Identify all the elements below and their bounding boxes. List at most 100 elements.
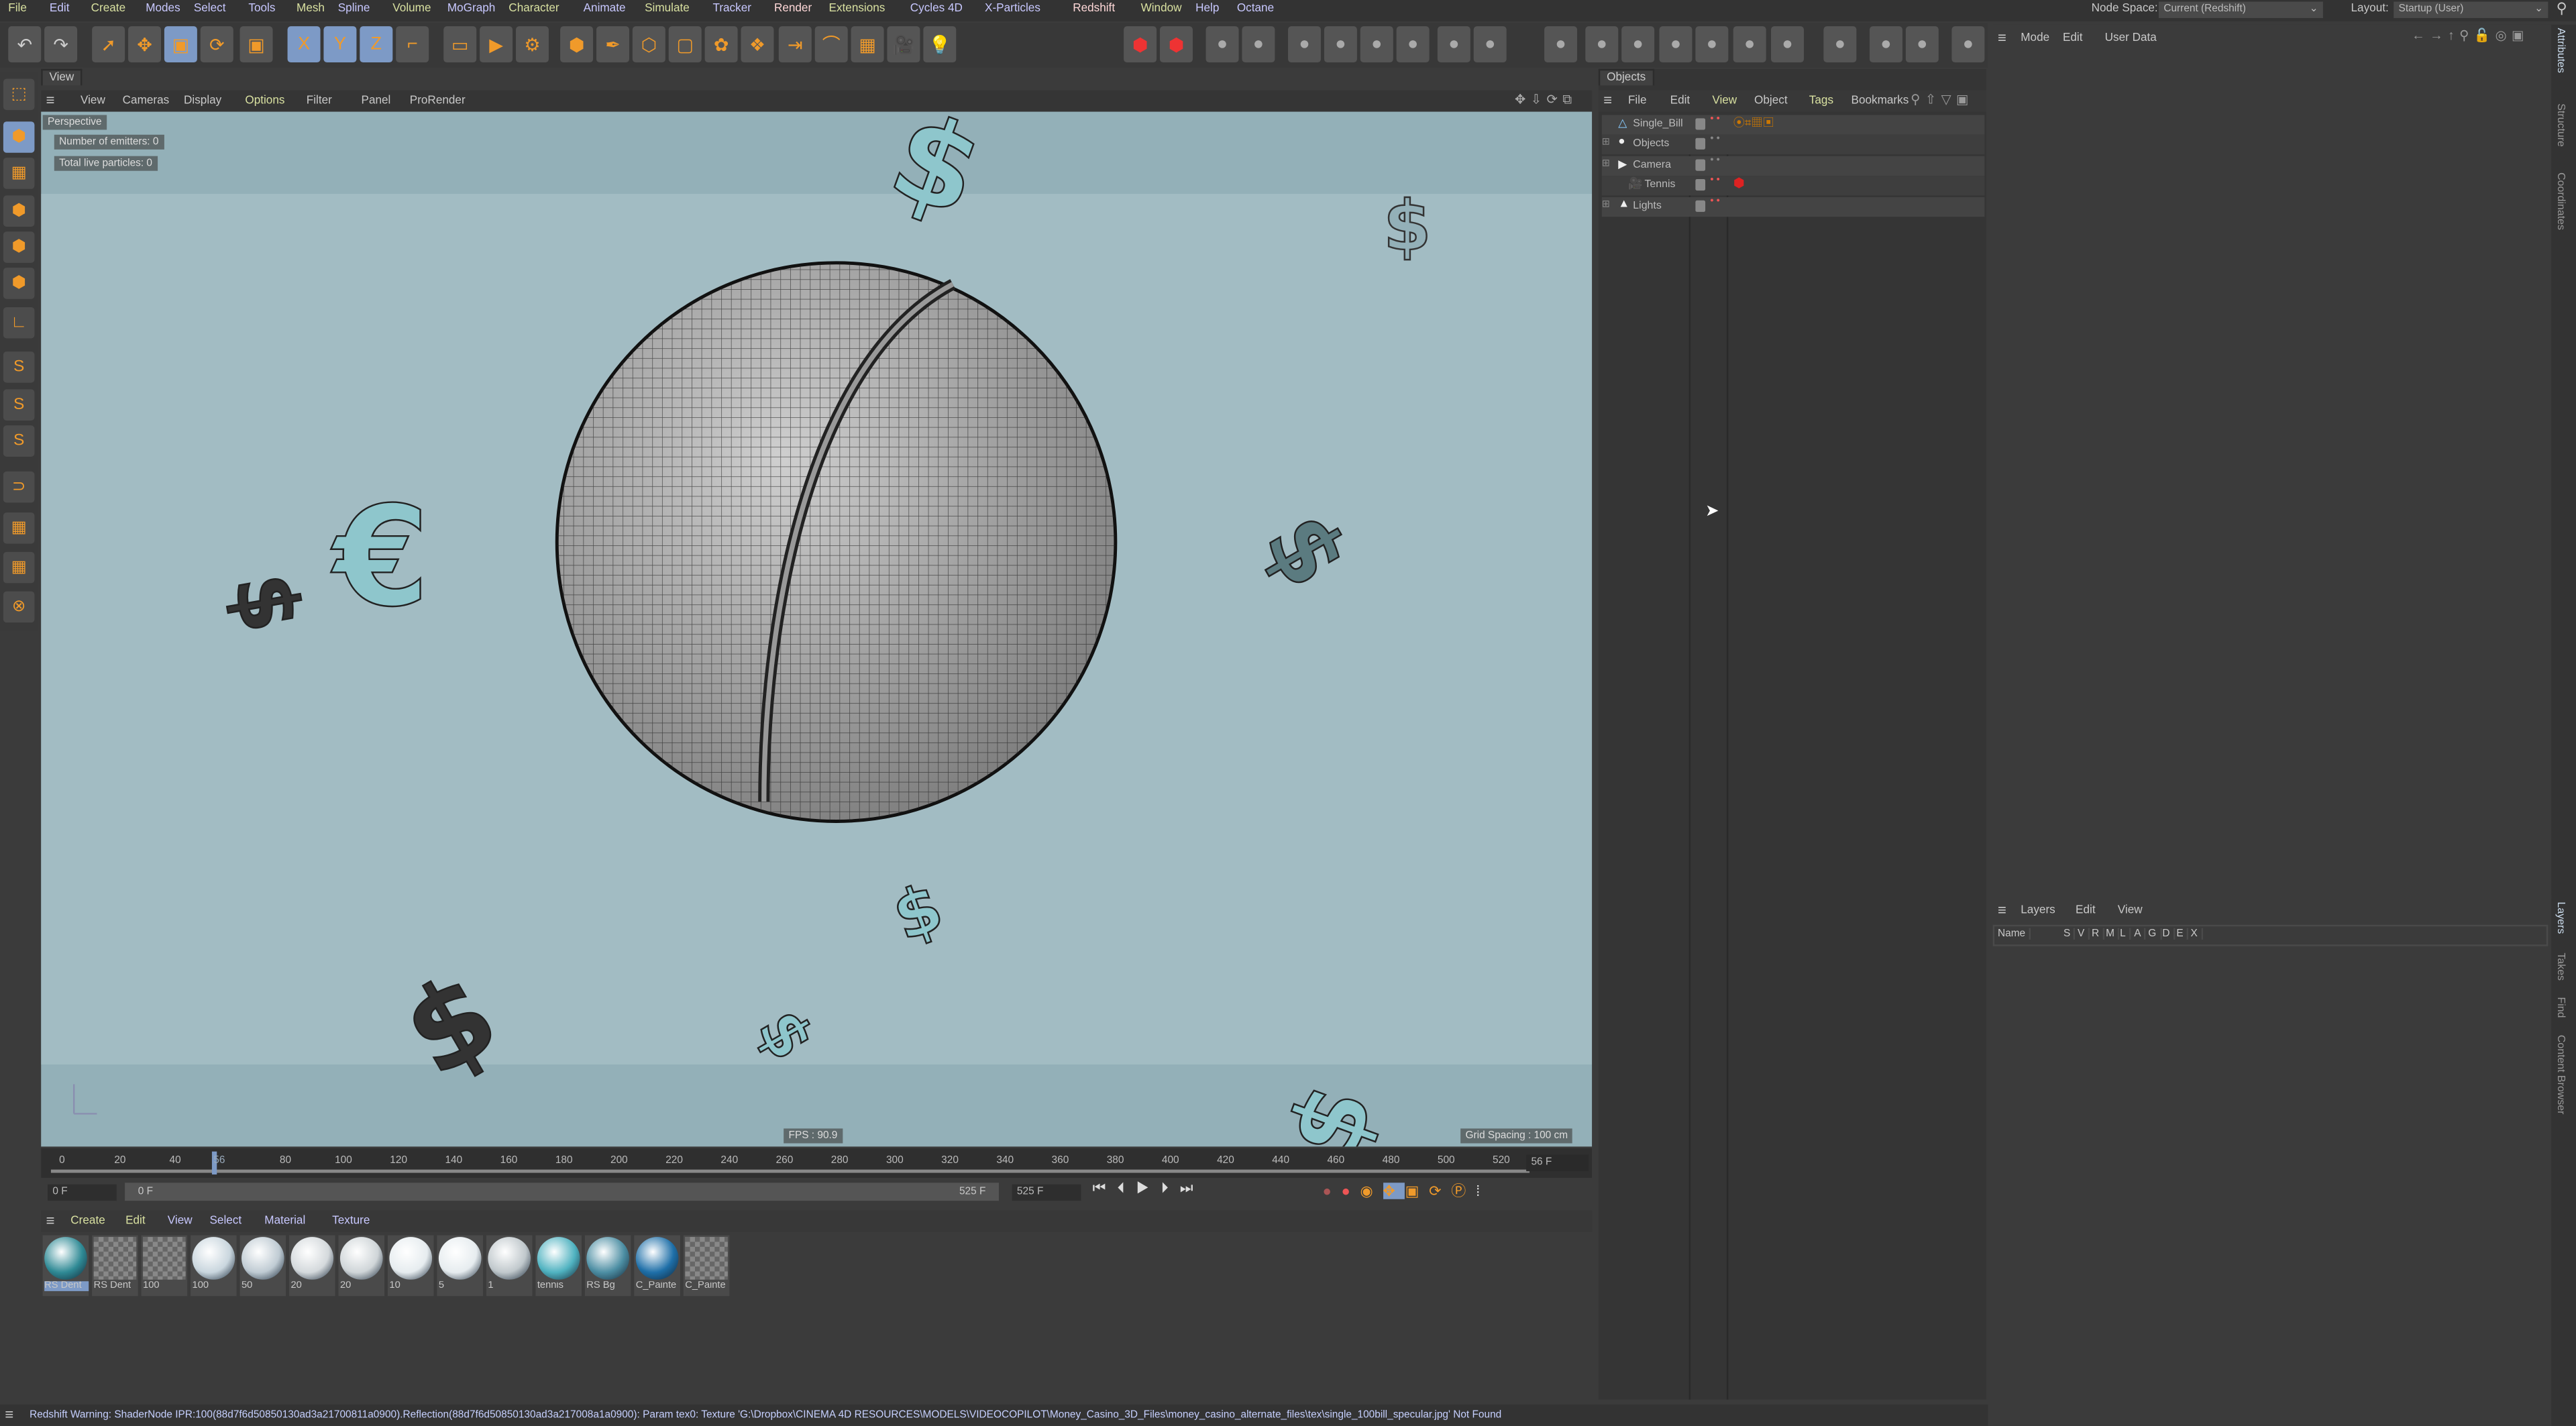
layer-column-s[interactable]: S: [2063, 928, 2076, 940]
bend-icon[interactable]: ⌒: [814, 26, 848, 63]
side-tab-structure[interactable]: Structure: [2555, 103, 2566, 147]
menu-view[interactable]: View: [2118, 905, 2143, 916]
material-swatch[interactable]: C_Painte: [683, 1235, 730, 1297]
plugin-tool-icon[interactable]: ●: [1205, 26, 1239, 63]
plugin-tool-icon[interactable]: ●: [1905, 26, 1939, 63]
z-axis-icon[interactable]: Z: [360, 26, 393, 63]
object-row-lights[interactable]: ⊞ ▲ Lights • •: [1601, 196, 1985, 217]
plugin-tool-icon[interactable]: ●: [1544, 26, 1578, 63]
render-dots[interactable]: • •: [1710, 115, 1719, 125]
menu-options[interactable]: Options: [245, 95, 284, 107]
render-dots[interactable]: • •: [1710, 156, 1719, 166]
axis-mode-icon[interactable]: ∟: [3, 307, 35, 339]
coordinate-system-icon[interactable]: ⌐: [396, 26, 429, 63]
menu-extensions[interactable]: Extensions: [829, 3, 885, 15]
object-mode-icon[interactable]: ⬢: [3, 121, 35, 153]
menu-tools[interactable]: Tools: [248, 3, 275, 15]
menu-layers[interactable]: Layers: [2021, 905, 2055, 916]
menu-render[interactable]: Render: [774, 3, 812, 15]
menu-tracker[interactable]: Tracker: [712, 3, 751, 15]
visibility-toggle[interactable]: [1695, 118, 1706, 130]
tab-objects[interactable]: Objects: [1598, 68, 1654, 86]
plugin-tool-icon[interactable]: ●: [1242, 26, 1275, 63]
key-scale-icon[interactable]: ▣: [1405, 1183, 1430, 1199]
menu-view[interactable]: View: [80, 95, 105, 107]
object-manager-tools[interactable]: ⚲⇧▽▣: [1911, 92, 1974, 107]
snap-icon[interactable]: S: [3, 351, 35, 383]
object-row-camera[interactable]: ⊞ ▶ Camera • •: [1601, 156, 1985, 176]
polygon-mode-icon[interactable]: ⬢: [3, 268, 35, 299]
render-icon[interactable]: ▶: [480, 26, 513, 63]
render-view-icon[interactable]: ▭: [443, 26, 477, 63]
plugin-tool-icon[interactable]: ●: [1771, 26, 1805, 63]
hamburger-icon[interactable]: ≡: [5, 1406, 13, 1422]
menu-select[interactable]: Select: [209, 1215, 241, 1227]
go-to-end-icon[interactable]: ⏭: [1180, 1179, 1205, 1195]
plugin-tool-icon[interactable]: ⬢: [1124, 26, 1157, 63]
material-swatch[interactable]: 10: [387, 1235, 434, 1297]
object-row-objects[interactable]: ⊞ ● Objects • •: [1601, 135, 1985, 156]
menu-window[interactable]: Window: [1141, 3, 1182, 15]
hamburger-icon[interactable]: ≡: [46, 1212, 55, 1228]
lock-icon[interactable]: ⊗: [3, 591, 35, 623]
key-pla-icon[interactable]: ⁞: [1476, 1183, 1490, 1199]
cloner-icon[interactable]: ✿: [704, 26, 738, 63]
plugin-tool-icon[interactable]: ●: [1823, 26, 1857, 63]
menu-texture[interactable]: Texture: [332, 1215, 370, 1227]
menu-edit[interactable]: Edit: [2063, 33, 2083, 44]
material-swatch[interactable]: RS Bg: [584, 1235, 631, 1297]
move-icon[interactable]: ✥: [128, 26, 162, 63]
material-swatch[interactable]: 100: [141, 1235, 188, 1297]
tennis-ball[interactable]: [555, 261, 1118, 823]
mograph-icon[interactable]: ❖: [741, 26, 774, 63]
tree-expand-icon[interactable]: ⊞: [1602, 158, 1610, 169]
search-icon[interactable]: ⚲: [2557, 0, 2567, 18]
menu-panel[interactable]: Panel: [362, 95, 391, 107]
timeline-ruler[interactable]: [41, 1148, 1593, 1178]
menu-bookmarks[interactable]: Bookmarks: [1851, 95, 1909, 107]
model-mode-icon[interactable]: ⬚: [3, 78, 35, 111]
material-swatch[interactable]: 50: [239, 1235, 286, 1297]
menu-animate[interactable]: Animate: [584, 3, 626, 15]
render-dots[interactable]: • •: [1710, 176, 1719, 186]
deformer-icon[interactable]: ⇥: [778, 26, 812, 63]
menu-modes[interactable]: Modes: [146, 3, 180, 15]
menu-material[interactable]: Material: [264, 1215, 305, 1227]
viewport-3d[interactable]: Perspective Number of emitters: 0 Total …: [41, 111, 1593, 1147]
plugin-tool-icon[interactable]: ●: [1473, 26, 1507, 63]
x-axis-icon[interactable]: X: [287, 26, 321, 63]
menu-edit[interactable]: Edit: [50, 3, 70, 15]
menu-edit[interactable]: Edit: [125, 1215, 146, 1227]
layer-column-e[interactable]: E: [2176, 928, 2189, 940]
record-icon[interactable]: ●: [1322, 1183, 1341, 1199]
menu-object[interactable]: Object: [1754, 95, 1788, 107]
select-icon[interactable]: ➚: [92, 26, 125, 63]
layer-column-g[interactable]: G: [2148, 928, 2161, 940]
object-row-tennis[interactable]: 🎥 Tennis • • ⬢: [1601, 176, 1985, 196]
layer-column-a[interactable]: A: [2134, 928, 2146, 940]
plugin-tool-icon[interactable]: ●: [1733, 26, 1766, 63]
attribute-navigation-icons[interactable]: ←→↑⚲🔓◎▣: [2412, 28, 2529, 43]
key-param-icon[interactable]: Ⓟ: [1451, 1183, 1476, 1199]
subdivision-icon[interactable]: ⬡: [632, 26, 665, 63]
redo-icon[interactable]: ↷: [44, 26, 78, 63]
camera-icon[interactable]: 🎥: [887, 26, 920, 63]
menu-simulate[interactable]: Simulate: [645, 3, 690, 15]
tab-view[interactable]: View: [41, 68, 83, 86]
menu-volume[interactable]: Volume: [392, 3, 431, 15]
visibility-toggle[interactable]: [1695, 199, 1706, 211]
magnet-icon[interactable]: ⊃: [3, 471, 35, 503]
side-tab-content-browser[interactable]: Content Browser: [2555, 1035, 2566, 1115]
hamburger-icon[interactable]: ≡: [1998, 30, 2006, 46]
menu-view[interactable]: View: [168, 1215, 193, 1227]
material-swatch[interactable]: RS Dent: [92, 1235, 138, 1297]
side-tab-attributes[interactable]: Attributes: [2555, 28, 2566, 73]
menu-mograph[interactable]: MoGraph: [447, 3, 495, 15]
grid-icon[interactable]: ▦: [3, 551, 35, 584]
side-tab-takes[interactable]: Takes: [2555, 952, 2566, 981]
keyframe-controls[interactable]: ●●◉✥▣⟳Ⓟ⁞: [1322, 1179, 1489, 1204]
extrude-icon[interactable]: ▢: [668, 26, 702, 63]
next-key-icon[interactable]: ⏵: [1161, 1179, 1180, 1195]
menu-user-data[interactable]: User Data: [2105, 33, 2157, 44]
edge-mode-icon[interactable]: ⬢: [3, 231, 35, 263]
